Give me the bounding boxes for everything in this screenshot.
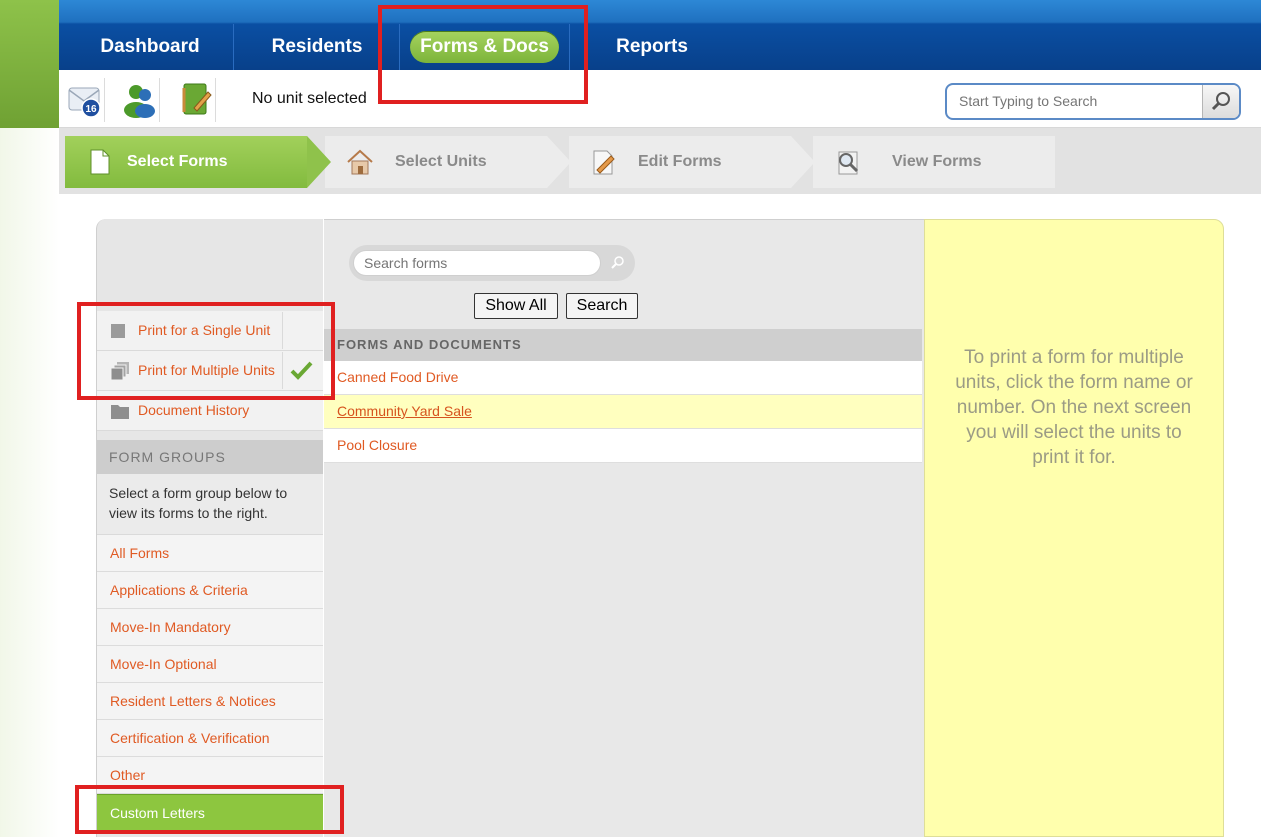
form-row[interactable]: Pool Closure	[324, 429, 922, 463]
annotation-box-forms-docs	[378, 5, 588, 104]
forms-search	[349, 245, 635, 281]
group-move-in-optional[interactable]: Move-In Optional	[97, 646, 323, 683]
group-all-forms[interactable]: All Forms	[97, 535, 323, 572]
strip-gradient	[0, 128, 59, 837]
magnifier-icon	[838, 151, 859, 175]
nav-reports[interactable]: Reports	[577, 24, 727, 70]
show-all-button[interactable]: Show All	[474, 293, 558, 319]
unit-selection-label: No unit selected	[252, 90, 367, 107]
group-applications-criteria[interactable]: Applications & Criteria	[97, 572, 323, 609]
forms-table-header: FORMS AND DOCUMENTS	[324, 329, 922, 361]
form-groups-header: FORM GROUPS	[97, 440, 323, 474]
step-label: Edit Forms	[638, 153, 722, 170]
step-label: Select Forms	[127, 153, 228, 170]
folder-icon	[111, 405, 129, 419]
notes-button[interactable]	[176, 78, 216, 122]
step-arrow	[791, 136, 815, 188]
group-resident-letters[interactable]: Resident Letters & Notices	[97, 683, 323, 720]
notebook-icon	[182, 83, 212, 115]
global-search[interactable]	[945, 83, 1241, 120]
step-arrow	[547, 136, 571, 188]
step-label: View Forms	[892, 153, 982, 170]
form-row[interactable]: Canned Food Drive	[324, 361, 922, 395]
step-view-forms[interactable]: View Forms	[813, 136, 1055, 188]
search-button[interactable]: Search	[566, 293, 638, 319]
group-certification[interactable]: Certification & Verification	[97, 720, 323, 757]
mail-badge: 16	[85, 104, 97, 115]
nav-dashboard[interactable]: Dashboard	[75, 24, 225, 70]
document-icon	[90, 149, 110, 175]
annotation-box-custom-letters	[75, 785, 344, 834]
step-select-units[interactable]: Select Units	[325, 136, 571, 188]
step-arrow	[307, 136, 331, 188]
forms-search-input[interactable]	[364, 255, 584, 271]
house-icon	[347, 149, 373, 175]
nav-divider	[233, 24, 234, 70]
main-nav: Dashboard Residents Forms & Docs Reports	[59, 0, 1261, 70]
help-panel: To print a form for multiple units, clic…	[924, 219, 1224, 837]
mail-icon: 16	[68, 87, 101, 118]
step-select-forms[interactable]: Select Forms	[65, 136, 331, 188]
toolbar: 16 No unit selected	[59, 70, 1261, 128]
nav-residents[interactable]: Residents	[242, 24, 392, 70]
step-label: Select Units	[395, 153, 487, 170]
mail-button[interactable]: 16	[65, 78, 105, 122]
forms-search-field[interactable]	[353, 250, 601, 276]
history-label: Document History	[138, 402, 250, 418]
users-icon	[124, 85, 155, 118]
forms-list-panel: Show All Search FORMS AND DOCUMENTS Cann…	[324, 219, 924, 837]
brand-strip	[0, 0, 59, 837]
form-groups-description: Select a form group below to view its fo…	[97, 474, 323, 535]
search-icon[interactable]	[611, 255, 625, 269]
wizard-steps: Select Forms Select Units Edit Forms Vie…	[59, 128, 1261, 194]
city-skyline-graphic	[0, 0, 59, 128]
step-edit-forms[interactable]: Edit Forms	[569, 136, 815, 188]
form-row[interactable]: Community Yard Sale	[324, 395, 922, 429]
global-search-input[interactable]	[959, 93, 1199, 109]
help-text: To print a form for multiple units, clic…	[955, 347, 1193, 468]
global-search-button[interactable]	[1202, 85, 1239, 118]
forms-workspace: Print for a Single Unit Print for Multip…	[59, 194, 1261, 837]
group-move-in-mandatory[interactable]: Move-In Mandatory	[97, 609, 323, 646]
annotation-box-print-modes	[77, 302, 335, 400]
residents-button[interactable]	[120, 78, 160, 122]
pencil-icon	[593, 150, 615, 175]
search-icon	[1211, 92, 1230, 111]
